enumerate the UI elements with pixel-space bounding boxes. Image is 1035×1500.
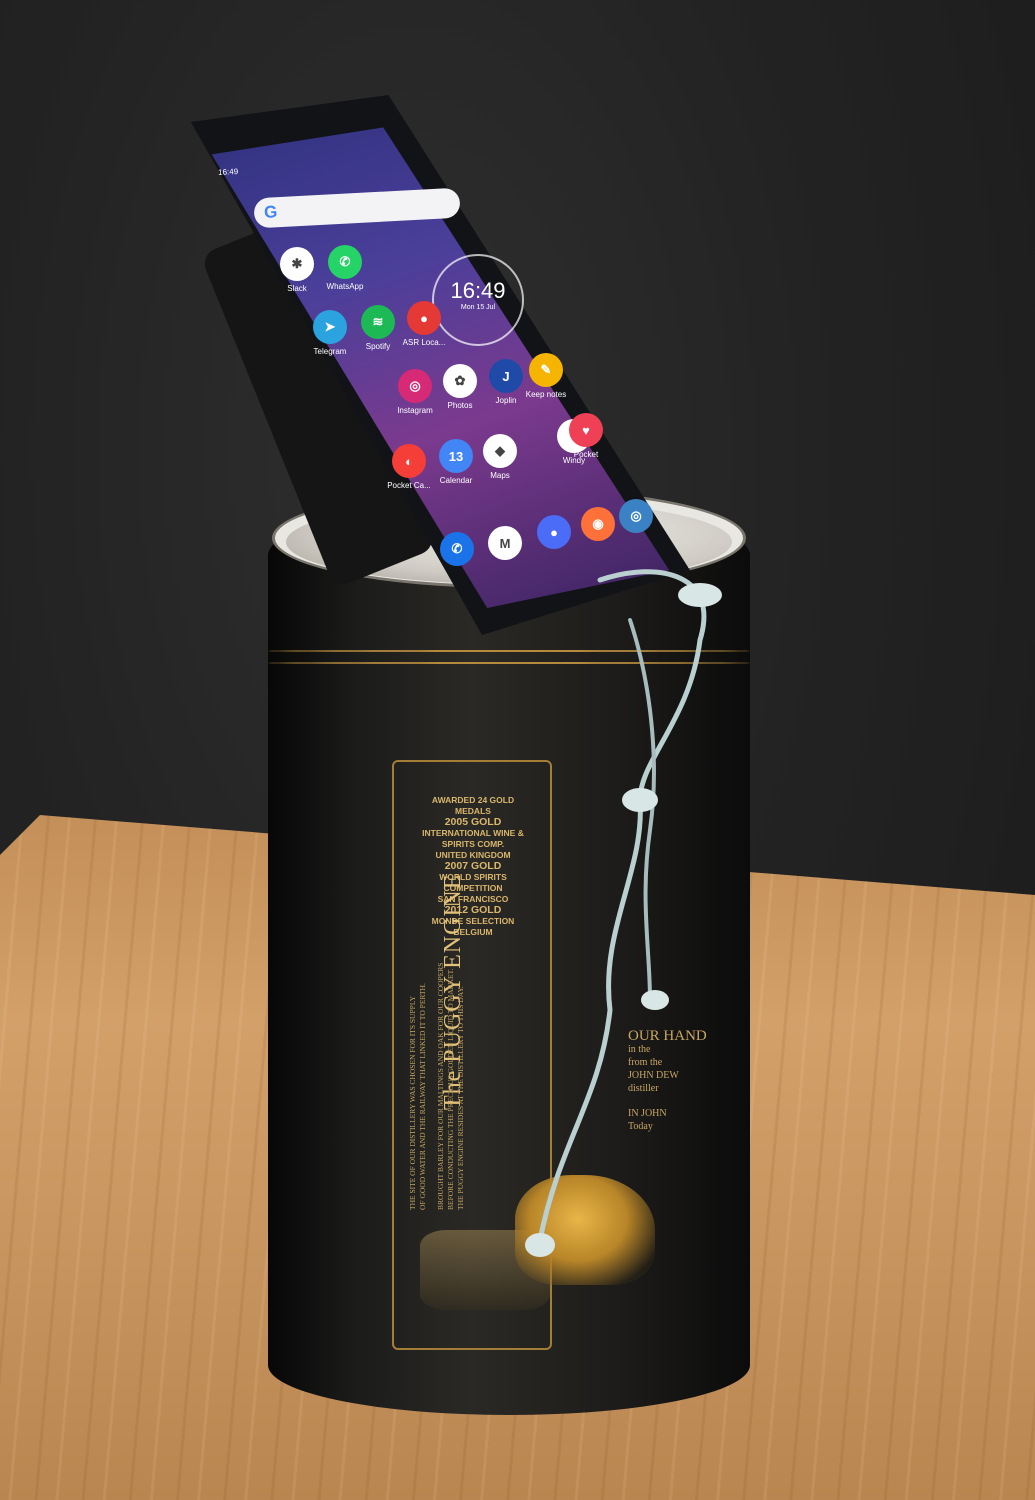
cable-strand-1 bbox=[537, 569, 707, 1243]
charging-cable bbox=[525, 569, 722, 1257]
glue-blob-1 bbox=[622, 788, 658, 812]
glue-blob-3 bbox=[525, 1233, 555, 1257]
glue-blob-2 bbox=[641, 990, 669, 1010]
photo-scene: AWARDED 24 GOLD MEDALS 2005 GOLD INTERNA… bbox=[0, 0, 1035, 1500]
glue-blob-4 bbox=[678, 583, 722, 607]
